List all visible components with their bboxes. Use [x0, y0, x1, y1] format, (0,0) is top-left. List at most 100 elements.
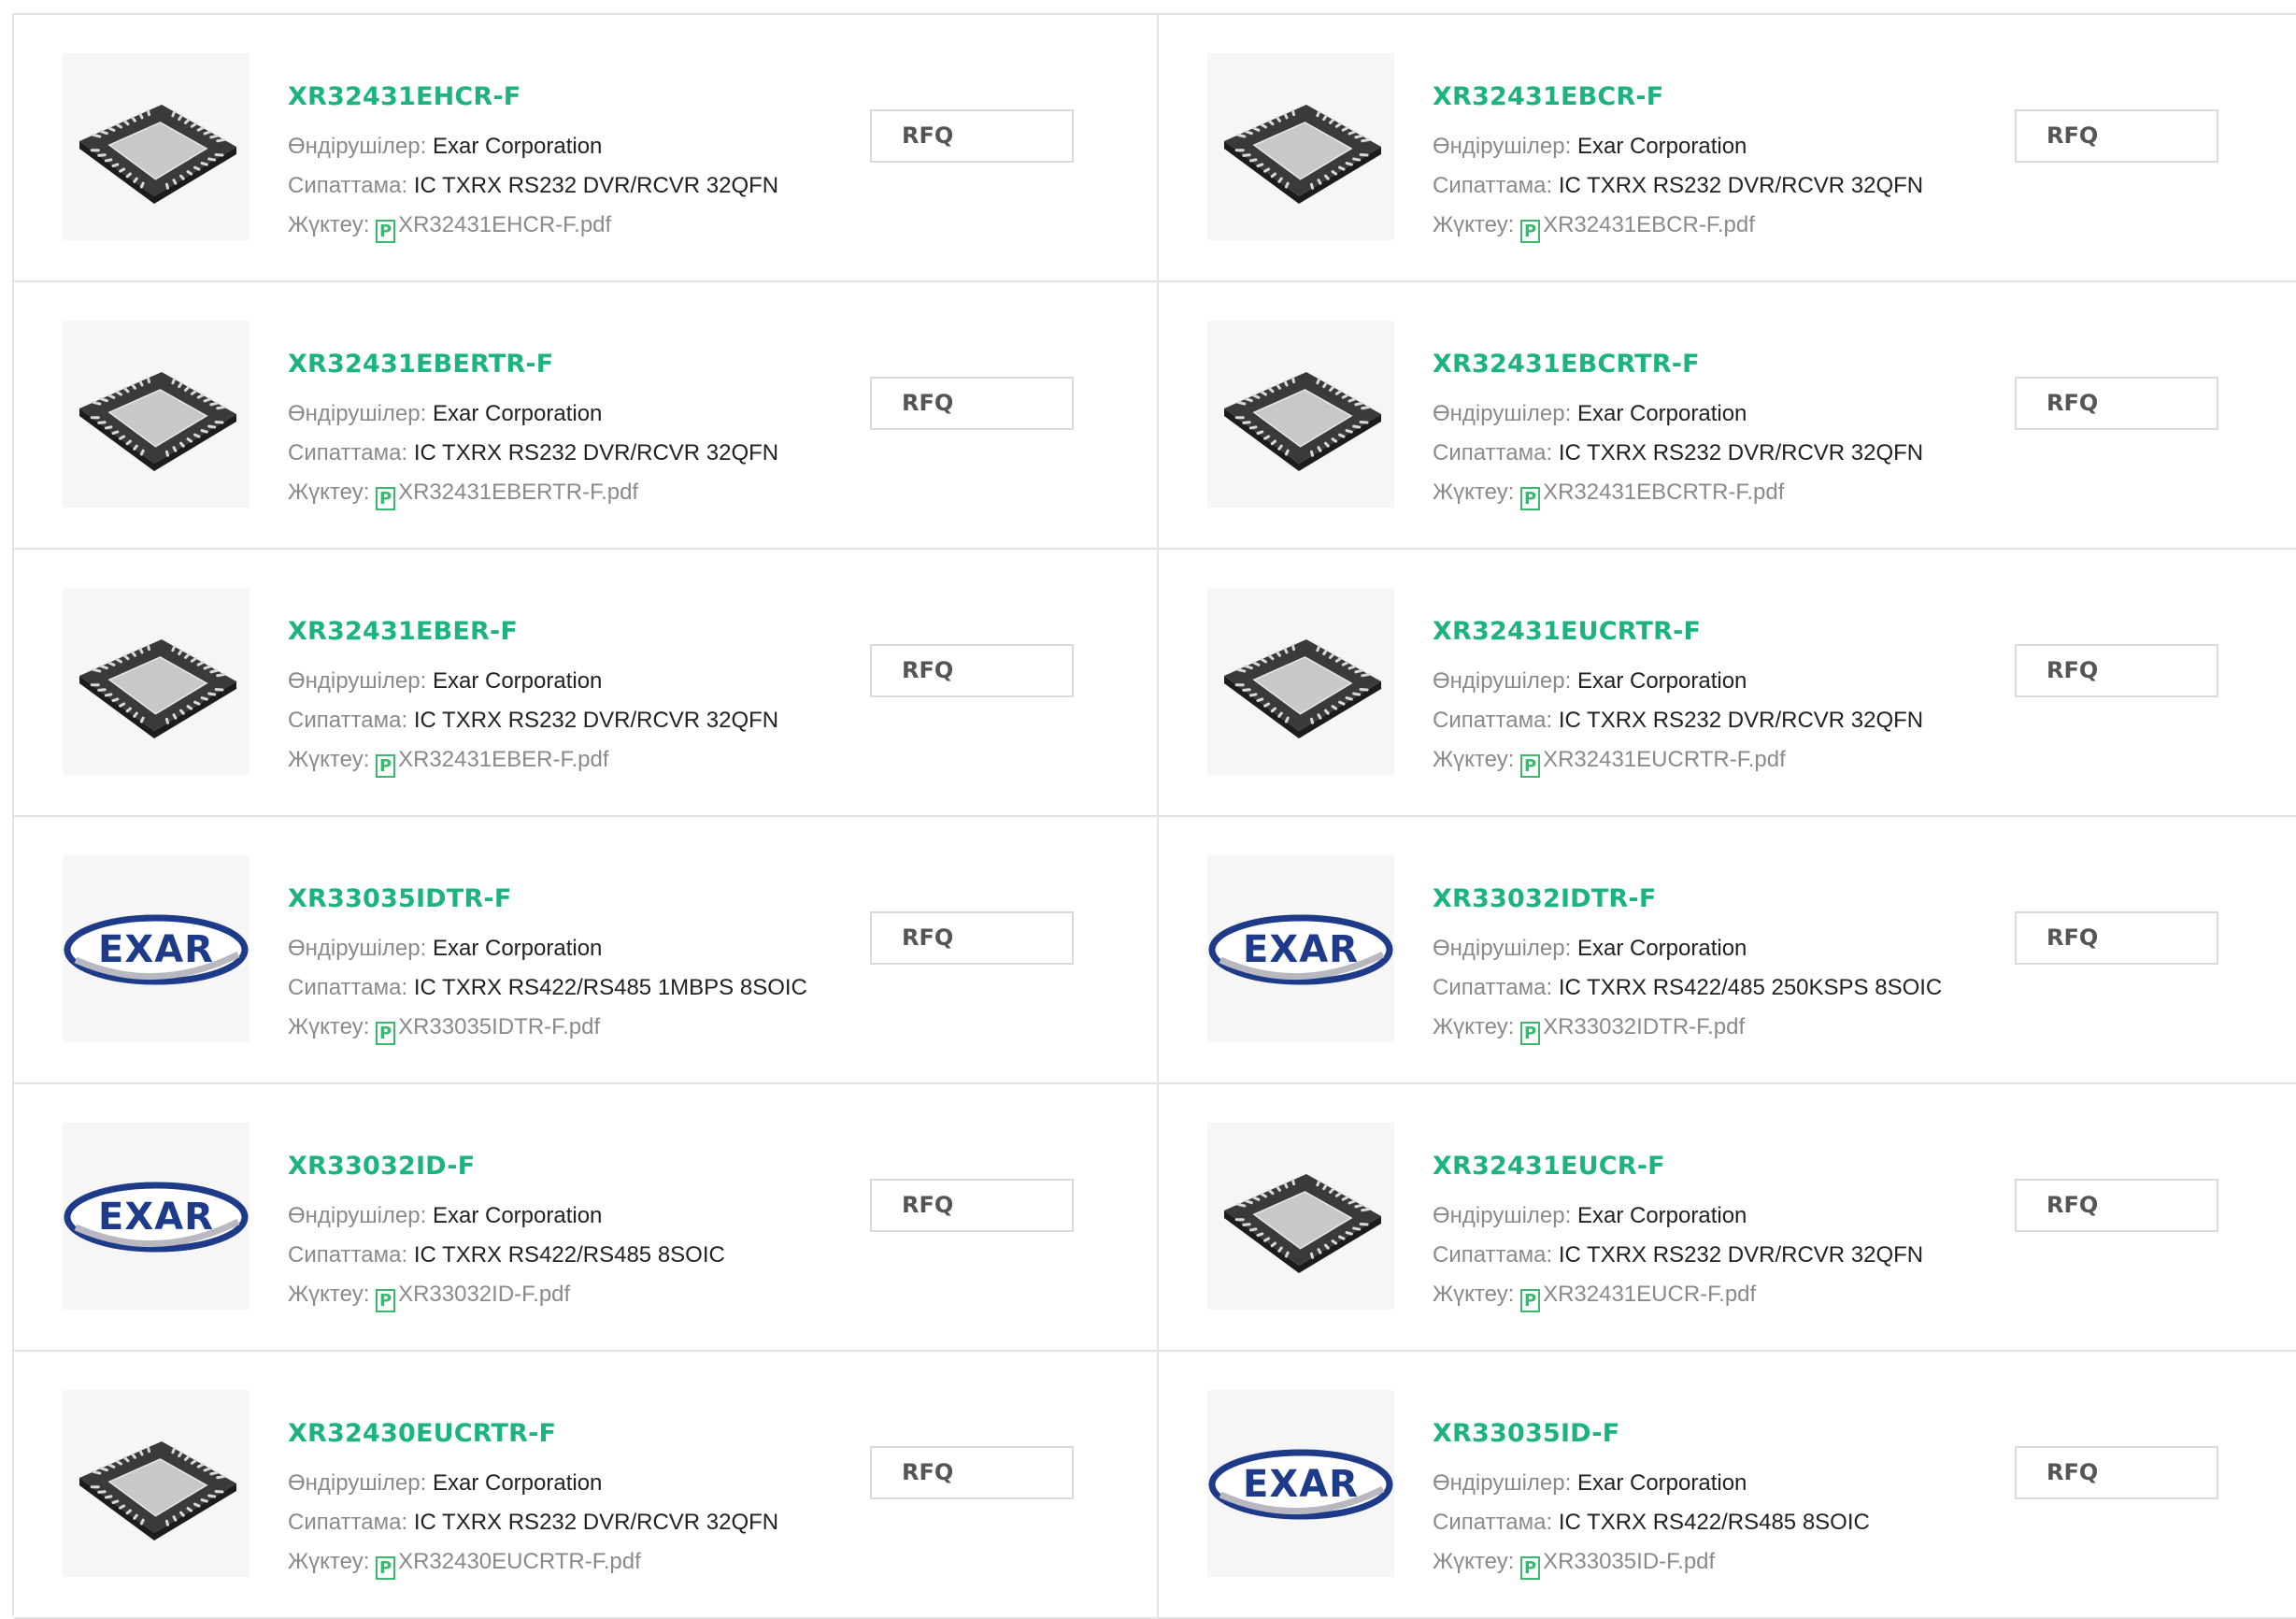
rfq-button[interactable]: RFQ [2015, 1179, 2218, 1232]
pdf-icon: P [376, 487, 395, 510]
rfq-button[interactable]: RFQ [2015, 644, 2218, 697]
datasheet-link[interactable]: PXR32430EUCRTR-F.pdf [376, 1549, 641, 1574]
product-card: XR32431EHCR-F Өндірушілер: Exar Corporat… [14, 15, 1159, 282]
part-number-link[interactable]: XR33032IDTR-F [1433, 884, 1656, 913]
manufacturer-value: Exar Corporation [433, 936, 602, 961]
pdf-icon: P [376, 1556, 395, 1580]
description-line: Сипаттама: IC TXRX RS232 DVR/RCVR 32QFN [1433, 173, 1923, 199]
product-card: EXAR XR33032IDTR-F Өндірушілер: Exar Cor… [1159, 817, 2296, 1084]
part-number-link[interactable]: XR32431EBCRTR-F [1433, 350, 1700, 379]
qfn-chip-icon [1207, 321, 1394, 508]
product-image[interactable] [63, 1390, 250, 1577]
download-line: Жүктеу: PXR32431EBERTR-F.pdf [288, 480, 638, 510]
datasheet-link[interactable]: PXR33035ID-F.pdf [1520, 1549, 1715, 1574]
description-label: Сипаттама: [1433, 1242, 1552, 1268]
qfn-chip-icon [63, 588, 250, 775]
rfq-button[interactable]: RFQ [870, 1446, 1074, 1499]
manufacturer-label: Өндірушілер: [288, 1203, 426, 1228]
datasheet-link[interactable]: PXR32431EBCRTR-F.pdf [1520, 480, 1784, 505]
product-image[interactable]: EXAR [1207, 855, 1394, 1042]
manufacturer-label: Өндірушілер: [288, 401, 426, 426]
product-card: XR32431EBERTR-F Өндірушілер: Exar Corpor… [14, 282, 1159, 550]
description-line: Сипаттама: IC TXRX RS422/RS485 8SOIC [1433, 1510, 1870, 1536]
product-image[interactable]: EXAR [63, 855, 250, 1042]
datasheet-link[interactable]: PXR32431EBCR-F.pdf [1520, 212, 1755, 237]
part-number-link[interactable]: XR33035ID-F [1433, 1419, 1619, 1448]
pdf-icon: P [376, 1022, 395, 1045]
description-value: IC TXRX RS232 DVR/RCVR 32QFN [414, 173, 778, 198]
datasheet-link[interactable]: PXR32431EHCR-F.pdf [376, 212, 611, 237]
product-image[interactable] [1207, 53, 1394, 240]
product-image[interactable] [1207, 321, 1394, 508]
product-card: XR32431EUCR-F Өндірушілер: Exar Corporat… [1159, 1084, 2296, 1352]
rfq-button[interactable]: RFQ [870, 1179, 1074, 1232]
qfn-chip-icon [63, 321, 250, 508]
manufacturer-value: Exar Corporation [433, 1203, 602, 1228]
part-number-link[interactable]: XR33032ID-F [288, 1152, 475, 1181]
manufacturer-label: Өндірушілер: [288, 668, 426, 694]
part-number-link[interactable]: XR32431EHCR-F [288, 82, 521, 111]
datasheet-link[interactable]: PXR32431EBER-F.pdf [376, 747, 608, 772]
part-number-link[interactable]: XR32431EBERTR-F [288, 350, 553, 379]
product-card: EXAR XR33035IDTR-F Өндірушілер: Exar Cor… [14, 817, 1159, 1084]
description-line: Сипаттама: IC TXRX RS232 DVR/RCVR 32QFN [288, 173, 778, 199]
download-line: Жүктеу: PXR33032ID-F.pdf [288, 1282, 570, 1312]
datasheet-filename: XR33035ID-F.pdf [1543, 1549, 1715, 1574]
part-number-link[interactable]: XR32431EBCR-F [1433, 82, 1663, 111]
datasheet-filename: XR33032ID-F.pdf [398, 1282, 570, 1307]
product-image[interactable] [1207, 1123, 1394, 1310]
pdf-icon: P [376, 1289, 395, 1312]
description-label: Сипаттама: [288, 1510, 407, 1535]
datasheet-link[interactable]: PXR32431EBERTR-F.pdf [376, 480, 638, 505]
description-value: IC TXRX RS232 DVR/RCVR 32QFN [414, 708, 778, 733]
datasheet-link[interactable]: PXR33035IDTR-F.pdf [376, 1014, 600, 1039]
rfq-button[interactable]: RFQ [870, 644, 1074, 697]
manufacturer-line: Өндірушілер: Exar Corporation [1433, 668, 1747, 695]
manufacturer-value: Exar Corporation [433, 134, 602, 159]
description-label: Сипаттама: [1433, 708, 1552, 733]
part-number-link[interactable]: XR32430EUCRTR-F [288, 1419, 556, 1448]
description-line: Сипаттама: IC TXRX RS232 DVR/RCVR 32QFN [1433, 1242, 1923, 1268]
download-line: Жүктеу: PXR32431EBER-F.pdf [288, 747, 609, 778]
product-image[interactable] [63, 321, 250, 508]
description-value: IC TXRX RS232 DVR/RCVR 32QFN [1559, 173, 1923, 198]
qfn-chip-icon [63, 1390, 250, 1577]
part-number-link[interactable]: XR32431EUCR-F [1433, 1152, 1665, 1181]
datasheet-link[interactable]: PXR33032IDTR-F.pdf [1520, 1014, 1745, 1039]
rfq-button[interactable]: RFQ [870, 377, 1074, 430]
datasheet-link[interactable]: PXR32431EUCRTR-F.pdf [1520, 747, 1786, 772]
download-label: Жүктеу: [1433, 212, 1514, 237]
rfq-button[interactable]: RFQ [870, 911, 1074, 965]
rfq-button[interactable]: RFQ [2015, 911, 2218, 965]
description-label: Сипаттама: [288, 975, 407, 1000]
description-value: IC TXRX RS232 DVR/RCVR 32QFN [1559, 1242, 1923, 1268]
product-image[interactable]: EXAR [1207, 1390, 1394, 1577]
rfq-button[interactable]: RFQ [2015, 377, 2218, 430]
description-line: Сипаттама: IC TXRX RS422/RS485 8SOIC [288, 1242, 725, 1268]
product-image[interactable] [63, 53, 250, 240]
manufacturer-line: Өндірушілер: Exar Corporation [288, 1470, 602, 1497]
datasheet-filename: XR32431EBCR-F.pdf [1543, 212, 1755, 237]
download-label: Жүктеу: [1433, 747, 1514, 772]
description-value: IC TXRX RS422/RS485 8SOIC [414, 1242, 725, 1268]
part-number-link[interactable]: XR32431EBER-F [288, 617, 518, 646]
exar-logo-icon: EXAR [63, 855, 250, 1042]
manufacturer-line: Өндірушілер: Exar Corporation [1433, 1470, 1747, 1497]
product-image[interactable]: EXAR [63, 1123, 250, 1310]
description-line: Сипаттама: IC TXRX RS232 DVR/RCVR 32QFN [288, 440, 778, 466]
product-image[interactable] [1207, 588, 1394, 775]
datasheet-link[interactable]: PXR32431EUCR-F.pdf [1520, 1282, 1756, 1307]
product-image[interactable] [63, 588, 250, 775]
rfq-button[interactable]: RFQ [2015, 109, 2218, 163]
qfn-chip-icon [1207, 53, 1394, 240]
manufacturer-value: Exar Corporation [1577, 1203, 1747, 1228]
part-number-link[interactable]: XR33035IDTR-F [288, 884, 511, 913]
description-label: Сипаттама: [288, 440, 407, 466]
rfq-button[interactable]: RFQ [2015, 1446, 2218, 1499]
part-number-link[interactable]: XR32431EUCRTR-F [1433, 617, 1701, 646]
datasheet-link[interactable]: PXR33032ID-F.pdf [376, 1282, 570, 1307]
download-line: Жүктеу: PXR32431EUCRTR-F.pdf [1433, 747, 1786, 778]
rfq-button[interactable]: RFQ [870, 109, 1074, 163]
pdf-icon: P [1520, 1289, 1540, 1312]
download-line: Жүктеу: PXR33035IDTR-F.pdf [288, 1014, 600, 1045]
